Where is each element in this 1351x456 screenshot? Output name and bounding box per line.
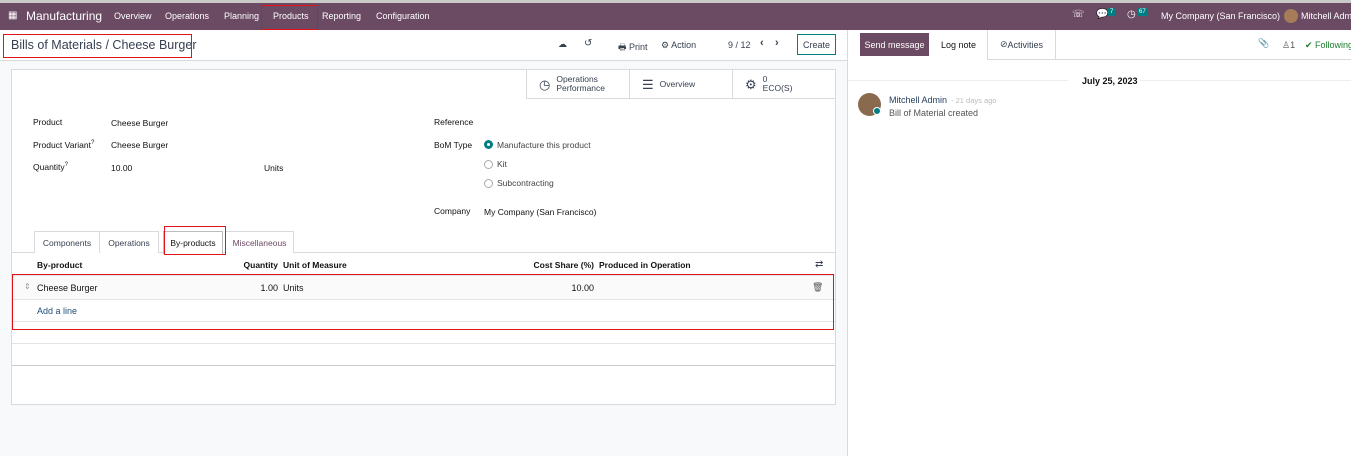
bom-type-subcontracting[interactable]: Subcontracting <box>497 178 554 188</box>
radio-subcontracting[interactable] <box>484 179 493 188</box>
overview-label: Overview <box>659 78 696 89</box>
clock-icon: ◷ <box>539 76 551 92</box>
col-produced-in-operation[interactable]: Produced in Operation <box>599 260 691 270</box>
overview-button[interactable]: ☰ Overview <box>629 70 733 99</box>
radio-manufacture[interactable] <box>484 140 493 149</box>
menu-overview[interactable]: Overview <box>114 11 152 21</box>
messages-badge: 7 <box>1108 8 1116 16</box>
create-button[interactable]: Create <box>797 34 836 55</box>
chatter: Send message Log note ⊘ Activities 📎 ♙1 ✔… <box>847 30 1351 456</box>
date-line <box>1140 80 1351 81</box>
col-uom[interactable]: Unit of Measure <box>283 260 347 270</box>
activities-badge: 67 <box>1137 8 1148 16</box>
phone-icon[interactable]: ☏ <box>1072 9 1085 20</box>
following-label: Following <box>1315 40 1351 50</box>
tab-miscellaneous[interactable]: Miscellaneous <box>225 231 294 253</box>
followers-button[interactable]: ♙1 <box>1282 40 1295 51</box>
quantity-label: Quantity? <box>33 162 68 172</box>
action-button[interactable]: ⚙ Action <box>661 40 696 51</box>
activities-label: Activities <box>1007 39 1044 50</box>
uom-field[interactable]: Units <box>264 163 283 173</box>
tab-operations[interactable]: Operations <box>99 231 159 253</box>
help-icon[interactable]: ? <box>91 140 94 146</box>
highlight-breadcrumb <box>3 34 192 58</box>
row-divider <box>12 343 835 344</box>
paperclip-icon[interactable]: 📎 <box>1258 38 1269 49</box>
send-message-button[interactable]: Send message <box>860 33 929 56</box>
highlight-products-menu <box>261 5 318 30</box>
company-field[interactable]: My Company (San Francisco) <box>484 207 596 217</box>
date-line <box>848 80 1068 81</box>
clock-icon[interactable]: ◷ <box>1127 9 1136 20</box>
chat-icon[interactable]: 💬 <box>1096 9 1108 20</box>
bom-type-kit[interactable]: Kit <box>497 159 507 169</box>
variant-label: Product Variant? <box>33 140 94 150</box>
eco-button[interactable]: ⚙ 0 ECO(S) <box>732 70 836 99</box>
company-switcher[interactable]: My Company (San Francisco) <box>1161 11 1280 21</box>
col-quantity[interactable]: Quantity <box>220 260 278 270</box>
menu-operations[interactable]: Operations <box>165 11 209 21</box>
company-label: Company <box>434 206 471 216</box>
highlight-by-products-table <box>12 274 834 330</box>
menu-configuration[interactable]: Configuration <box>376 11 430 21</box>
following-button[interactable]: ✔ Following <box>1305 40 1351 51</box>
message-time-text: 21 days ago <box>955 96 997 105</box>
pager-value[interactable]: 9 / 12 <box>728 40 751 50</box>
col-by-product[interactable]: By-product <box>37 260 82 270</box>
activities-button[interactable]: ⊘ Activities <box>987 30 1056 60</box>
action-label: Action <box>671 40 697 50</box>
menu-reporting[interactable]: Reporting <box>322 11 361 21</box>
bom-type-label: BoM Type <box>434 140 473 150</box>
eco-label: ECO(S) <box>762 83 793 93</box>
save-cloud-icon[interactable]: ☁ <box>558 39 567 50</box>
menu-planning[interactable]: Planning <box>224 11 259 21</box>
radio-kit[interactable] <box>484 160 493 169</box>
online-status-icon <box>873 107 881 115</box>
quantity-field[interactable]: 10.00 <box>111 163 132 173</box>
discard-icon[interactable]: ↺ <box>584 38 592 49</box>
message-time: - 21 days ago <box>951 96 997 105</box>
print-label: Print <box>629 42 648 52</box>
print-button[interactable]: 🖶 Print <box>618 40 648 56</box>
col-cost-share[interactable]: Cost Share (%) <box>504 260 594 270</box>
tab-components[interactable]: Components <box>34 231 100 253</box>
app-name[interactable]: Manufacturing <box>26 9 102 23</box>
variant-label-text: Product Variant <box>33 140 91 150</box>
navbar: ▦ Manufacturing Overview Operations Plan… <box>0 3 1351 30</box>
message-author[interactable]: Mitchell Admin <box>889 95 947 105</box>
bom-type-manufacture[interactable]: Manufacture this product <box>497 140 591 150</box>
pager-prev-icon[interactable]: ‹ <box>760 37 764 49</box>
highlight-by-products-tab <box>164 226 226 255</box>
quantity-label-text: Quantity <box>33 162 65 172</box>
list-icon: ☰ <box>642 76 654 92</box>
variant-field[interactable]: Cheese Burger <box>111 140 168 150</box>
row-divider <box>12 365 835 366</box>
message-body: Bill of Material created <box>889 108 979 118</box>
user-menu[interactable]: Mitchell Admin <box>1301 11 1351 21</box>
log-note-button[interactable]: Log note <box>941 40 976 50</box>
date-separator: July 25, 2023 <box>1082 76 1138 86</box>
apps-grid-icon[interactable]: ▦ <box>8 10 17 21</box>
optional-columns-icon[interactable]: ⇄ <box>815 259 823 270</box>
help-icon[interactable]: ? <box>65 162 68 168</box>
chatter-divider <box>1056 59 1351 60</box>
user-avatar[interactable] <box>1284 9 1298 23</box>
operations-performance-button[interactable]: ◷ Operations Performance <box>526 70 630 99</box>
reference-label: Reference <box>434 117 474 127</box>
pager-next-icon[interactable]: › <box>775 37 779 49</box>
product-label: Product <box>33 117 63 127</box>
gears-icon: ⚙ <box>745 76 757 92</box>
ops-perf-label-2: Performance <box>556 83 606 93</box>
product-field[interactable]: Cheese Burger <box>111 118 168 128</box>
followers-count: 1 <box>1290 40 1296 50</box>
